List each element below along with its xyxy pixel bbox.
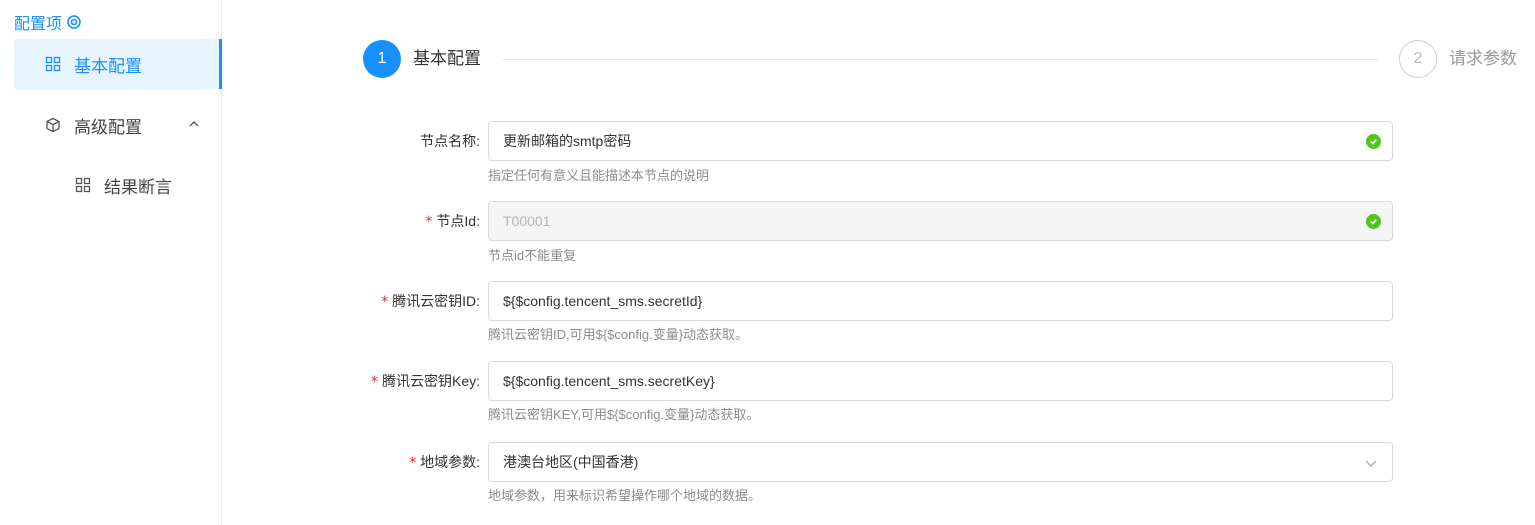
step-1-number: 1	[377, 50, 387, 67]
node-id-label: * 节点Id:	[0, 211, 480, 232]
node-id-help: 节点id不能重复	[488, 248, 577, 263]
sidebar-title: 配置项	[14, 10, 82, 34]
required-mark: *	[425, 214, 433, 230]
region-label-text: 地域参数:	[420, 454, 480, 470]
step-1-circle[interactable]: 1	[363, 40, 401, 78]
check-circle-icon	[1366, 214, 1381, 229]
node-id-field	[488, 201, 1393, 241]
step-2-label: 请求参数	[1449, 49, 1517, 68]
required-mark: *	[370, 374, 378, 390]
node-name-input[interactable]	[489, 122, 1392, 160]
sidebar-item-result-assertion[interactable]: 结果断言	[14, 160, 222, 210]
grid-icon	[44, 55, 62, 73]
secret-id-field[interactable]	[488, 281, 1393, 321]
step-2-number: 2	[1413, 50, 1423, 67]
settings-icon[interactable]	[66, 14, 82, 30]
grid-icon	[74, 176, 92, 194]
sidebar-title-text: 配置项	[14, 16, 63, 33]
node-name-field[interactable]	[488, 121, 1393, 161]
chevron-down-icon[interactable]	[1364, 456, 1378, 470]
required-mark: *	[381, 294, 389, 310]
sidebar: 配置项 基本配置 高级配置 结果断言	[0, 0, 222, 525]
node-id-label-text: 节点Id:	[436, 213, 480, 229]
region-help: 地域参数，用来标识希望操作哪个地域的数据。	[488, 488, 762, 503]
node-name-help: 指定任何有意义且能描述本节点的说明	[488, 168, 710, 183]
secret-id-help: 腾讯云密钥ID,可用${$config.变量}动态获取。	[488, 327, 749, 342]
step-1-label: 基本配置	[413, 49, 481, 68]
sidebar-item-basic-config[interactable]: 基本配置	[14, 39, 222, 89]
region-label: * 地域参数:	[0, 452, 480, 473]
node-name-label-text: 节点名称:	[420, 133, 480, 149]
region-selected-value: 港澳台地区(中国香港)	[503, 454, 639, 470]
secret-key-help: 腾讯云密钥KEY,可用${$config.变量}动态获取。	[488, 407, 760, 422]
step-2-circle[interactable]: 2	[1399, 40, 1437, 78]
node-id-input	[489, 202, 1392, 240]
secret-key-label-text: 腾讯云密钥Key:	[381, 373, 480, 389]
sidebar-item-label: 基本配置	[74, 56, 142, 76]
secret-id-label: * 腾讯云密钥ID:	[0, 291, 480, 312]
secret-key-label: * 腾讯云密钥Key:	[0, 371, 480, 392]
required-mark: *	[409, 455, 417, 471]
secret-id-input[interactable]	[489, 282, 1392, 320]
step-connector	[503, 59, 1378, 60]
node-name-label: 节点名称:	[0, 131, 480, 151]
check-circle-icon	[1366, 134, 1381, 149]
chevron-up-icon[interactable]	[186, 116, 202, 132]
region-select[interactable]: 港澳台地区(中国香港)	[488, 442, 1393, 482]
sidebar-item-label: 结果断言	[104, 177, 172, 197]
secret-key-input[interactable]	[489, 362, 1392, 400]
secret-key-field[interactable]	[488, 361, 1393, 401]
secret-id-label-text: 腾讯云密钥ID:	[392, 293, 480, 309]
